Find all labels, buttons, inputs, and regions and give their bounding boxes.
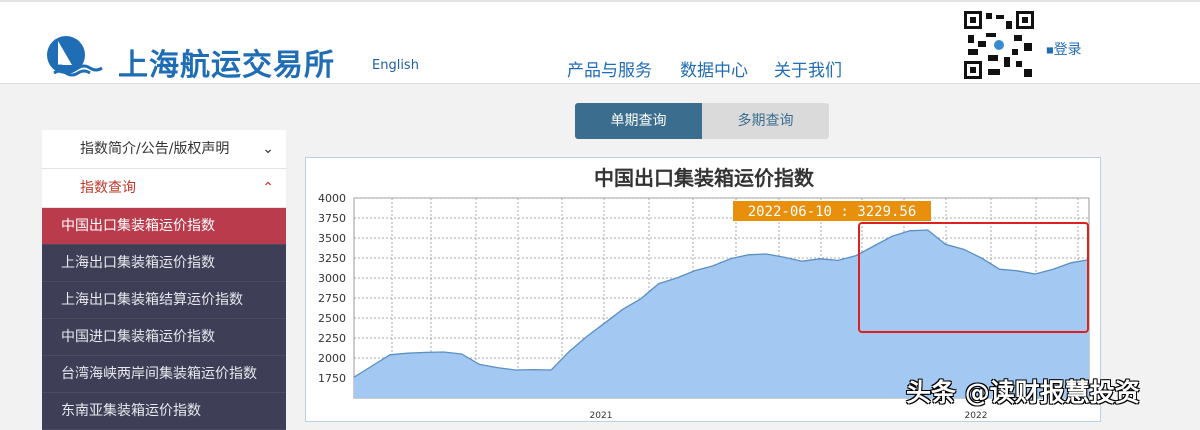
y-tick-label: 2750 [318, 292, 346, 305]
chevron-up-icon: ⌃ [262, 169, 274, 208]
chevron-down-icon: ⌄ [262, 130, 274, 169]
sidebar-item-ccfi[interactable]: 中国出口集装箱运价指数 [42, 208, 286, 245]
sidebar-item-taiwan-strait[interactable]: 台湾海峡两岸间集装箱运价指数 [42, 356, 286, 393]
tab-single-period[interactable]: 单期查询 [575, 103, 702, 139]
y-tick-label: 2500 [318, 312, 346, 325]
bullet-icon: ■ [1046, 46, 1054, 55]
nav-about[interactable]: 关于我们 [774, 56, 842, 81]
nav-products[interactable]: 产品与服务 [567, 56, 652, 81]
sidebar: 指数简介/公告/版权声明 ⌄ 指数查询 ⌃ 中国出口集装箱运价指数 上海出口集装箱运… [42, 130, 286, 430]
y-tick-label: 1750 [318, 372, 346, 385]
tab-multi-period[interactable]: 多期查询 [702, 103, 829, 139]
logo-icon [46, 35, 106, 77]
y-tick-label: 4000 [318, 192, 346, 205]
y-tick-label: 3250 [318, 252, 346, 265]
sidebar-item-scfi[interactable]: 上海出口集装箱运价指数 [42, 245, 286, 282]
y-tick-label: 2000 [318, 352, 346, 365]
brand-name[interactable]: 上海航运交易所 [118, 40, 335, 84]
watermark: 头条 @读财报慧投资 [906, 373, 1140, 409]
site-header: 上海航运交易所 English 产品与服务 数据中心 关于我们 ■登录 [0, 0, 1200, 84]
y-tick-label: 3750 [318, 212, 346, 225]
nav-data-center[interactable]: 数据中心 [680, 56, 748, 81]
query-tabs: 单期查询 多期查询 [575, 103, 829, 139]
y-tick-label: 2250 [318, 332, 346, 345]
y-tick-label: 3000 [318, 272, 346, 285]
tooltip-text: 2022-06-10 : 3229.56 [748, 204, 917, 220]
sidebar-section-query[interactable]: 指数查询 ⌃ [42, 169, 286, 208]
section-label: 指数简介/公告/版权声明 [80, 141, 229, 157]
section-label: 指数查询 [80, 180, 136, 196]
login-link[interactable]: ■登录 [1046, 39, 1082, 59]
chart-title: 中国出口集装箱运价指数 [306, 162, 1102, 191]
sidebar-item-cicfi[interactable]: 中国进口集装箱运价指数 [42, 319, 286, 356]
sidebar-section-intro[interactable]: 指数简介/公告/版权声明 ⌄ [42, 130, 286, 169]
login-label: 登录 [1054, 42, 1082, 58]
sidebar-item-scfis[interactable]: 上海出口集装箱结算运价指数 [42, 282, 286, 319]
english-link[interactable]: English [372, 58, 419, 73]
y-tick-label: 3500 [318, 232, 346, 245]
qr-code-icon [964, 11, 1034, 79]
sidebar-item-southeast-asia[interactable]: 东南亚集装箱运价指数 [42, 393, 286, 430]
